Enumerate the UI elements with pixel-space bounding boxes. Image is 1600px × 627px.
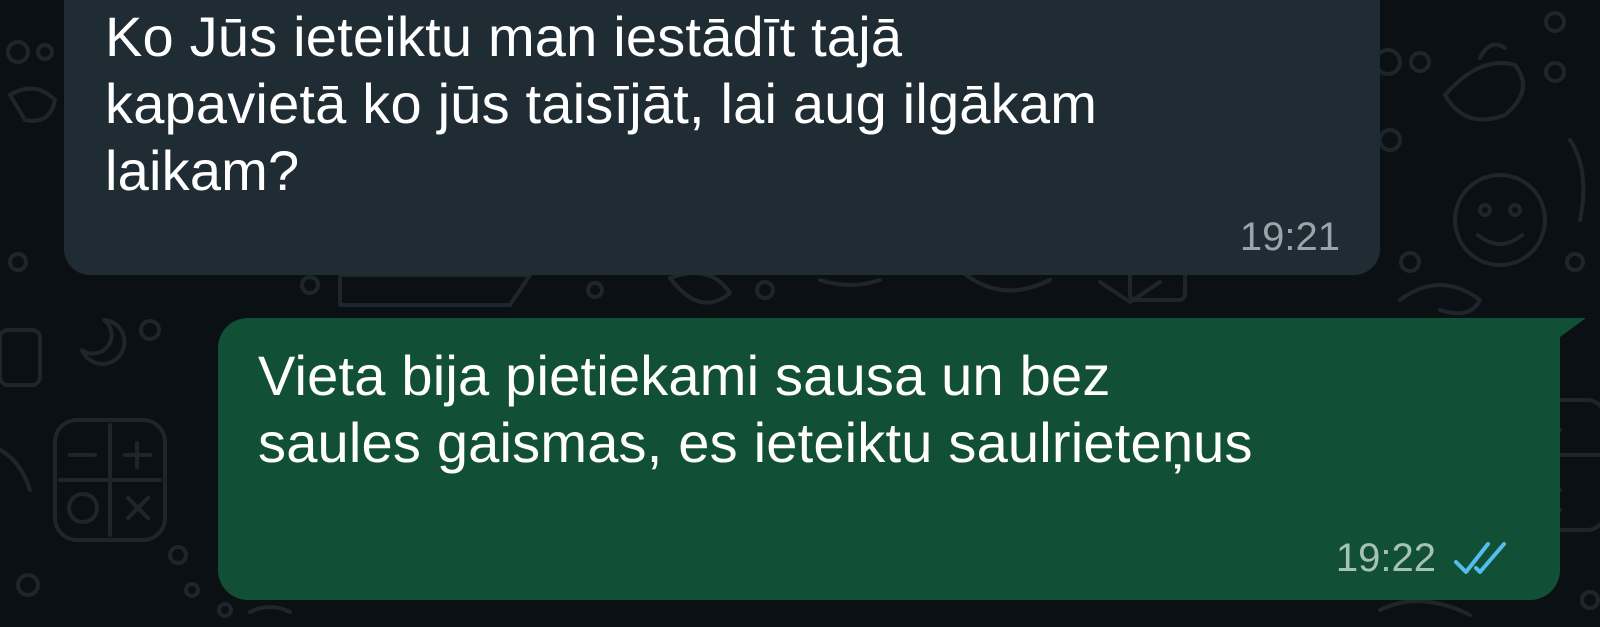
outgoing-message-time: 19:22 — [1335, 536, 1436, 580]
double-check-read-icon — [1452, 538, 1514, 578]
outgoing-message-meta: 19:22 — [1336, 538, 1514, 578]
incoming-message-time: 19:21 — [1239, 215, 1340, 259]
outgoing-message-text: Vieta bija pietiekami sausa un bez saule… — [258, 344, 1253, 474]
outgoing-message-bubble[interactable]: Vieta bija pietiekami sausa un bez saule… — [218, 318, 1586, 600]
incoming-message-text: Ko Jūs ieteiktu man iestādīt tajā kapavi… — [105, 5, 1098, 202]
incoming-message-meta: 19:21 — [1240, 217, 1340, 257]
incoming-message-bubble[interactable]: Ko Jūs ieteiktu man iestādīt tajā kapavi… — [64, 0, 1380, 275]
